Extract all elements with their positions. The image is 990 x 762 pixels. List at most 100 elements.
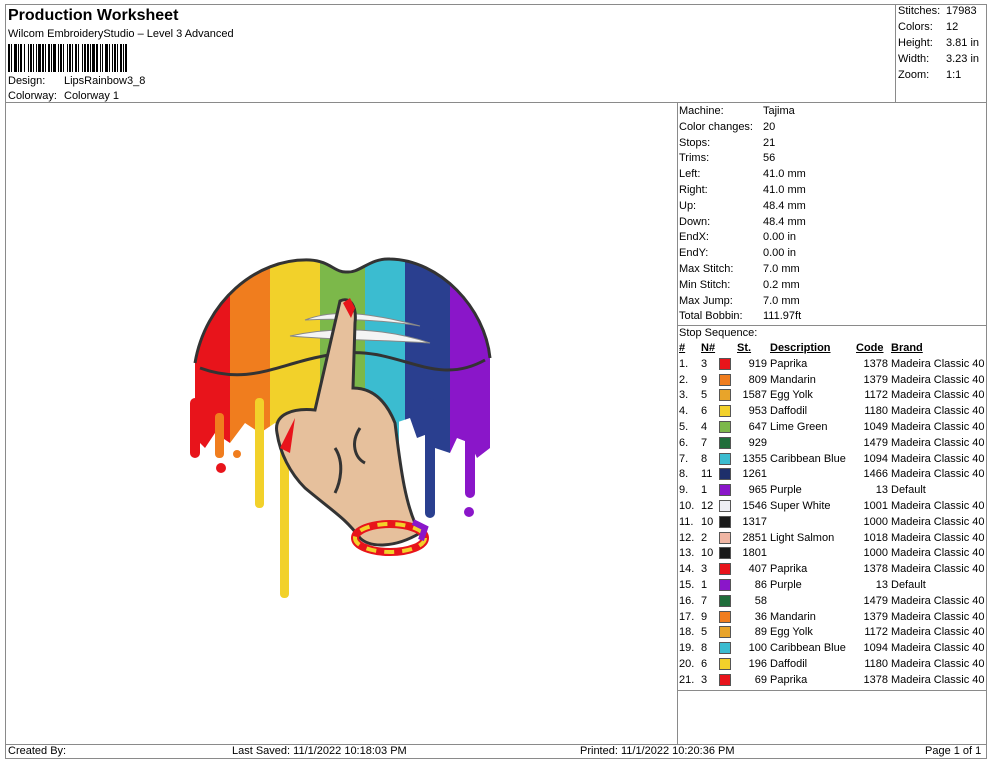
barcode-bar [33, 44, 34, 72]
row-seq: 20. [679, 657, 695, 670]
barcode-bar [45, 44, 46, 72]
barcode-bar [87, 44, 89, 72]
row-stitches: 69 [754, 673, 767, 686]
table-row: 1. 3 919 Paprika 1378 Madeira Classic 40 [679, 357, 985, 373]
barcode-bar [48, 44, 50, 72]
barcode-bar [125, 44, 127, 72]
row-stitches: 2851 [742, 531, 767, 544]
table-row: 17. 9 36 Mandarin 1379 Madeira Classic 40 [679, 610, 985, 626]
row-code: 1000 [863, 515, 888, 528]
summary-value: 3.81 in [946, 37, 980, 49]
printed-date: Printed: 11/1/2022 10:20:36 PM [580, 745, 735, 757]
row-seq: 17. [679, 610, 695, 623]
row-seq: 5. [679, 420, 689, 433]
table-row: 7. 8 1355 Caribbean Blue 1094 Madeira Classic… [679, 452, 985, 468]
param-label: Max Jump: [679, 294, 733, 307]
row-seq: 7. [679, 452, 689, 465]
row-code: 1378 [863, 563, 888, 576]
row-code: 1479 [863, 436, 888, 449]
software-name: Wilcom EmbroideryStudio – Level 3 Advanc… [8, 28, 234, 40]
row-brand: Madeira Classic 40 [891, 610, 985, 623]
barcode-bar [14, 44, 17, 72]
row-description: Mandarin [770, 610, 816, 623]
color-swatch [719, 594, 731, 607]
row-code: 1018 [863, 531, 888, 544]
row-description: Paprika [770, 357, 808, 370]
param-label: Min Stitch: [679, 278, 731, 291]
row-seq: 15. [679, 578, 695, 591]
table-row: 11. 10 1317 1000 Madeira Classic 40 [679, 515, 985, 531]
row-code: 1180 [864, 657, 888, 670]
barcode-bar [20, 44, 22, 72]
barcode-bar [90, 44, 91, 72]
color-swatch [719, 563, 731, 576]
row-swatch [719, 388, 737, 404]
row-stitches: 1317 [742, 515, 767, 528]
colorway-label: Colorway: [8, 90, 57, 102]
param-label: Stops: [679, 136, 711, 149]
design-label: Design: [8, 75, 46, 87]
color-swatch [719, 373, 731, 386]
row-seq: 14. [679, 563, 695, 576]
table-row: 6. 7 929 1479 Madeira Classic 40 [679, 436, 985, 452]
table-row: 5. 4 647 Lime Green 1049 Madeira Classic 40 [679, 420, 985, 436]
row-code: 1378 [863, 357, 888, 370]
param-value: 41.0 mm [763, 168, 806, 181]
row-swatch [719, 483, 737, 499]
param-value: 48.4 mm [763, 215, 806, 228]
row-seq: 16. [679, 594, 695, 607]
color-swatch [719, 658, 731, 671]
param-label: Max Stitch: [679, 262, 734, 275]
row-swatch [719, 594, 737, 610]
row-swatch [719, 452, 737, 468]
table-row: 8. 11 1261 1466 Madeira Classic 40 [679, 467, 985, 483]
col-description-header: Description [770, 342, 831, 354]
barcode-bar [69, 44, 71, 72]
row-seq: 13. [679, 547, 695, 560]
barcode-bar [58, 44, 59, 72]
param-value: 0.00 in [763, 231, 797, 244]
barcode-bar [96, 44, 98, 72]
design-preview [5, 103, 678, 744]
table-row: 3. 5 1587 Egg Yolk 1172 Madeira Classic 40 [679, 388, 985, 404]
row-description: Mandarin [770, 373, 816, 386]
param-value: Tajima [763, 105, 795, 117]
color-swatch [719, 610, 731, 623]
row-seq: 21. [679, 673, 695, 686]
row-code: 1479 [863, 594, 888, 607]
row-description: Daffodil [770, 405, 808, 418]
row-description [767, 594, 856, 610]
row-brand: Madeira Classic 40 [891, 531, 985, 544]
barcode-bar [28, 44, 29, 72]
color-swatch [719, 436, 731, 449]
row-stitches: 1587 [742, 389, 767, 402]
row-code: 1001 [863, 499, 888, 512]
row-code: 1172 [864, 626, 888, 639]
row-description: Caribbean Blue [770, 452, 846, 465]
summary-box: Stitches: 17983 Colors: 12 Height: 3.81 in … [896, 4, 987, 103]
row-stitches: 36 [754, 610, 767, 623]
barcode-bar [109, 44, 110, 72]
col-seq-header: # [679, 342, 686, 354]
summary-label: Width: [898, 53, 930, 65]
table-row: 15. 1 86 Purple 13 Default [679, 578, 985, 594]
row-needle: 12 [701, 499, 714, 512]
param-value: 41.0 mm [763, 183, 806, 196]
param-value: 56 [763, 152, 776, 165]
row-stitches: 809 [748, 373, 767, 386]
col-brand-header: Brand [891, 342, 923, 354]
row-needle: 5 [701, 389, 708, 402]
row-needle: 9 [701, 373, 708, 386]
design-row: Design: LipsRainbow3_8 [8, 75, 145, 87]
row-brand: Default [891, 484, 926, 497]
row-brand: Madeira Classic 40 [891, 389, 985, 402]
barcode-bar [75, 44, 77, 72]
row-brand: Madeira Classic 40 [891, 420, 985, 433]
embroidery-design-image [190, 257, 492, 598]
row-swatch [719, 657, 737, 673]
row-needle: 3 [701, 673, 708, 686]
row-brand: Madeira Classic 40 [891, 563, 985, 576]
param-value: 0.00 in [763, 247, 797, 260]
row-code: 1049 [863, 420, 888, 433]
page-number: Page 1 of 1 [925, 745, 982, 757]
